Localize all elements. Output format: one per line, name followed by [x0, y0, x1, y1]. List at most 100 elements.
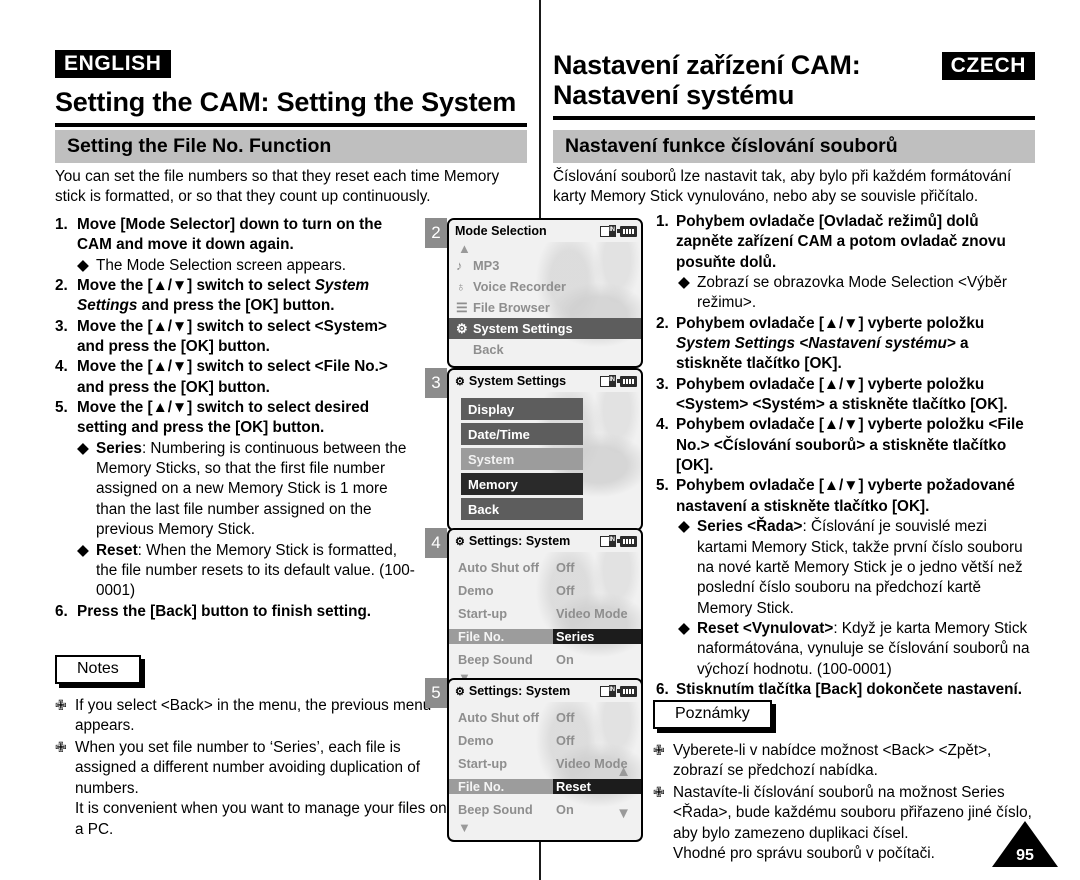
intro-text-english: You can set the file numbers so that the…	[55, 168, 500, 206]
scroll-up-icon[interactable]: ▲	[449, 242, 641, 255]
step-item: 4. Move the [▲/▼] switch to select <File …	[55, 357, 415, 398]
step-item: 6. Stisknutím tlačítka [Back] dokončete n…	[656, 680, 1036, 700]
clover-bullet-icon: ✙	[653, 742, 665, 758]
status-icons	[600, 374, 637, 387]
music-note-icon: ♪	[456, 258, 463, 273]
lcd-setting-row[interactable]: Demo Off	[449, 579, 641, 602]
battery-icon	[617, 225, 637, 237]
lcd-setting-label: Start-up	[458, 606, 508, 621]
lcd-title-bar: ⚙ System Settings	[449, 370, 641, 392]
lcd-title: ⚙ Settings: System	[455, 684, 571, 698]
lcd-screen: ⚙Settings: System Auto Shut off Off Demo Off…	[447, 678, 643, 842]
notes-box-czech: Poznámky ✙ Vyberete-li v nabídce možnost …	[653, 700, 1035, 866]
lcd-menu-item[interactable]: ⚙ System Settings	[449, 318, 641, 339]
lcd-menu-item-label: Display	[468, 401, 515, 417]
lcd-menu-item[interactable]: Display	[461, 398, 583, 420]
system-settings-icon: ⚙	[455, 376, 465, 388]
lcd-screen: ⚙System Settings Display Date/Time System Me…	[447, 368, 643, 531]
system-settings-icon: ⚙	[455, 686, 465, 698]
lcd-menu-item[interactable]: Memory	[461, 473, 583, 495]
memory-card-icon	[600, 224, 616, 237]
step-text: Pohybem ovladače [▲/▼] vyberte požadovan…	[676, 477, 1015, 515]
steps-list-czech: 1. Pohybem ovladače [Ovladač režimů] dolů…	[656, 212, 1036, 700]
step-item: 1. Pohybem ovladače [Ovladač režimů] dolů…	[656, 212, 1036, 273]
note-item: ✙ When you set file number to ‘Series’, e…	[55, 738, 455, 840]
lcd-setting-label: File No.	[449, 629, 553, 644]
section-title-english: Setting the File No. Function	[55, 130, 527, 164]
lcd-setting-value: Off	[556, 583, 575, 598]
lcd-setting-row[interactable]: Start-up Video Mode	[449, 752, 641, 775]
step-bullet-text: Reset: When the Memory Stick is formatte…	[96, 541, 415, 600]
clover-bullet-icon: ✙	[55, 738, 67, 755]
step-text: Stisknutím tlačítka [Back] dokončete nas…	[676, 680, 1022, 698]
step-bullet-label: Series <Řada>	[697, 518, 803, 536]
lcd-setting-row[interactable]: File No. Reset	[449, 775, 641, 798]
scroll-down-icon[interactable]: ▼	[449, 821, 641, 834]
step-number: 5.	[656, 477, 669, 495]
page-number-badge: 95	[992, 821, 1058, 867]
step-bullet-label: Reset	[96, 541, 138, 559]
lcd-menu-item[interactable]: System	[461, 448, 583, 470]
step-item: 2. Move the [▲/▼] switch to select System…	[55, 276, 415, 317]
step-bullet-label: Series	[96, 439, 142, 457]
step-number: 6.	[55, 602, 68, 620]
diamond-bullet-icon: ◆	[77, 439, 89, 457]
lcd-setting-label: Demo	[458, 583, 494, 598]
step-badge: 3	[425, 368, 447, 398]
lcd-menu-item-label: Back	[468, 501, 500, 517]
battery-icon	[617, 375, 637, 387]
lcd-menu-item-label: System	[468, 451, 515, 467]
step-number: 5.	[55, 399, 68, 417]
step-text-emphasis: System Settings	[77, 277, 370, 315]
diamond-bullet-icon: ◆	[77, 541, 89, 559]
step-number: 6.	[656, 680, 669, 698]
lcd-setting-row[interactable]: Auto Shut off Off	[449, 556, 641, 579]
step-bullet: ◆ Series: Numbering is continuous between…	[77, 439, 415, 541]
step-text: Pohybem ovladače [▲/▼] vyberte položku <…	[676, 416, 1024, 475]
lcd-title-bar: ⚙ Settings: System	[449, 680, 641, 702]
lcd-title-bar: ⚙ Settings: System	[449, 530, 641, 552]
lcd-setting-label: Auto Shut off	[458, 560, 540, 575]
step-text: Move the [▲/▼] switch to select desired …	[77, 399, 370, 437]
memory-card-icon	[600, 534, 616, 547]
lcd-menu-item[interactable]: Back	[449, 339, 641, 360]
lcd-setting-row[interactable]: Beep Sound On	[449, 798, 641, 821]
step-item: 2. Pohybem ovladače [▲/▼] vyberte položku…	[656, 314, 1036, 375]
step-number: 2.	[656, 314, 669, 332]
note-text: Nastavíte-li číslování souborů na možnos…	[673, 783, 1032, 863]
step-number: 3.	[55, 317, 68, 335]
notes-list-english: ✙ If you select <Back> in the menu, the p…	[55, 696, 455, 840]
step-text: Move [Mode Selector] down to turn on the…	[77, 216, 383, 254]
english-header: ENGLISH Setting the CAM: Setting the Sys…	[55, 50, 527, 128]
value-scroll-down-icon[interactable]: ▼	[616, 806, 631, 821]
lcd-menu-item-label: Date/Time	[468, 426, 530, 442]
lcd-menu-item-label: File Browser	[473, 300, 550, 315]
lcd-setting-row[interactable]: File No. Series	[449, 625, 641, 648]
step-bullet-label: Reset <Vynulovat>	[697, 619, 834, 637]
step-item: 5. Move the [▲/▼] switch to select desire…	[55, 398, 415, 439]
lcd-setting-row[interactable]: Start-up Video Mode	[449, 602, 641, 625]
step-item: 3. Pohybem ovladače [▲/▼] vyberte položku…	[656, 375, 1036, 416]
lcd-menu-item[interactable]: ♪ MP3	[449, 255, 641, 276]
step-text: Pohybem ovladače [Ovladač režimů] dolů z…	[676, 213, 1006, 271]
step-text: Move the [▲/▼] switch to select <File No…	[77, 358, 388, 396]
lcd-title: ⚙ Settings: System	[455, 534, 571, 548]
lcd-menu-item[interactable]: ☰ File Browser	[449, 297, 641, 318]
notes-list-czech: ✙ Vyberete-li v nabídce možnost <Back> <Z…	[653, 741, 1035, 865]
lcd-menu-item[interactable]: Back	[461, 498, 583, 520]
lcd-setting-value: Series	[553, 629, 641, 644]
lcd-setting-row[interactable]: Demo Off	[449, 729, 641, 752]
note-item: ✙ Vyberete-li v nabídce možnost <Back> <Z…	[653, 741, 1035, 782]
step-text: Move the [▲/▼] switch to select System S…	[77, 277, 370, 315]
status-icons	[600, 224, 637, 237]
lcd-menu-item[interactable]: ♁ Voice Recorder	[449, 276, 641, 297]
lcd-setting-row[interactable]: Beep Sound On	[449, 648, 641, 671]
lcd-setting-row[interactable]: Auto Shut off Off	[449, 706, 641, 729]
lcd-menu-item[interactable]: Date/Time	[461, 423, 583, 445]
value-scroll-up-icon[interactable]: ▲	[616, 764, 631, 779]
lcd-setting-value: Reset	[553, 779, 641, 794]
header-rule	[55, 123, 527, 128]
step-bullet-text: Series <Řada>: Číslování je souvislé mez…	[697, 518, 1023, 617]
lcd-title: Mode Selection	[455, 224, 547, 238]
step-number: 4.	[55, 358, 68, 376]
